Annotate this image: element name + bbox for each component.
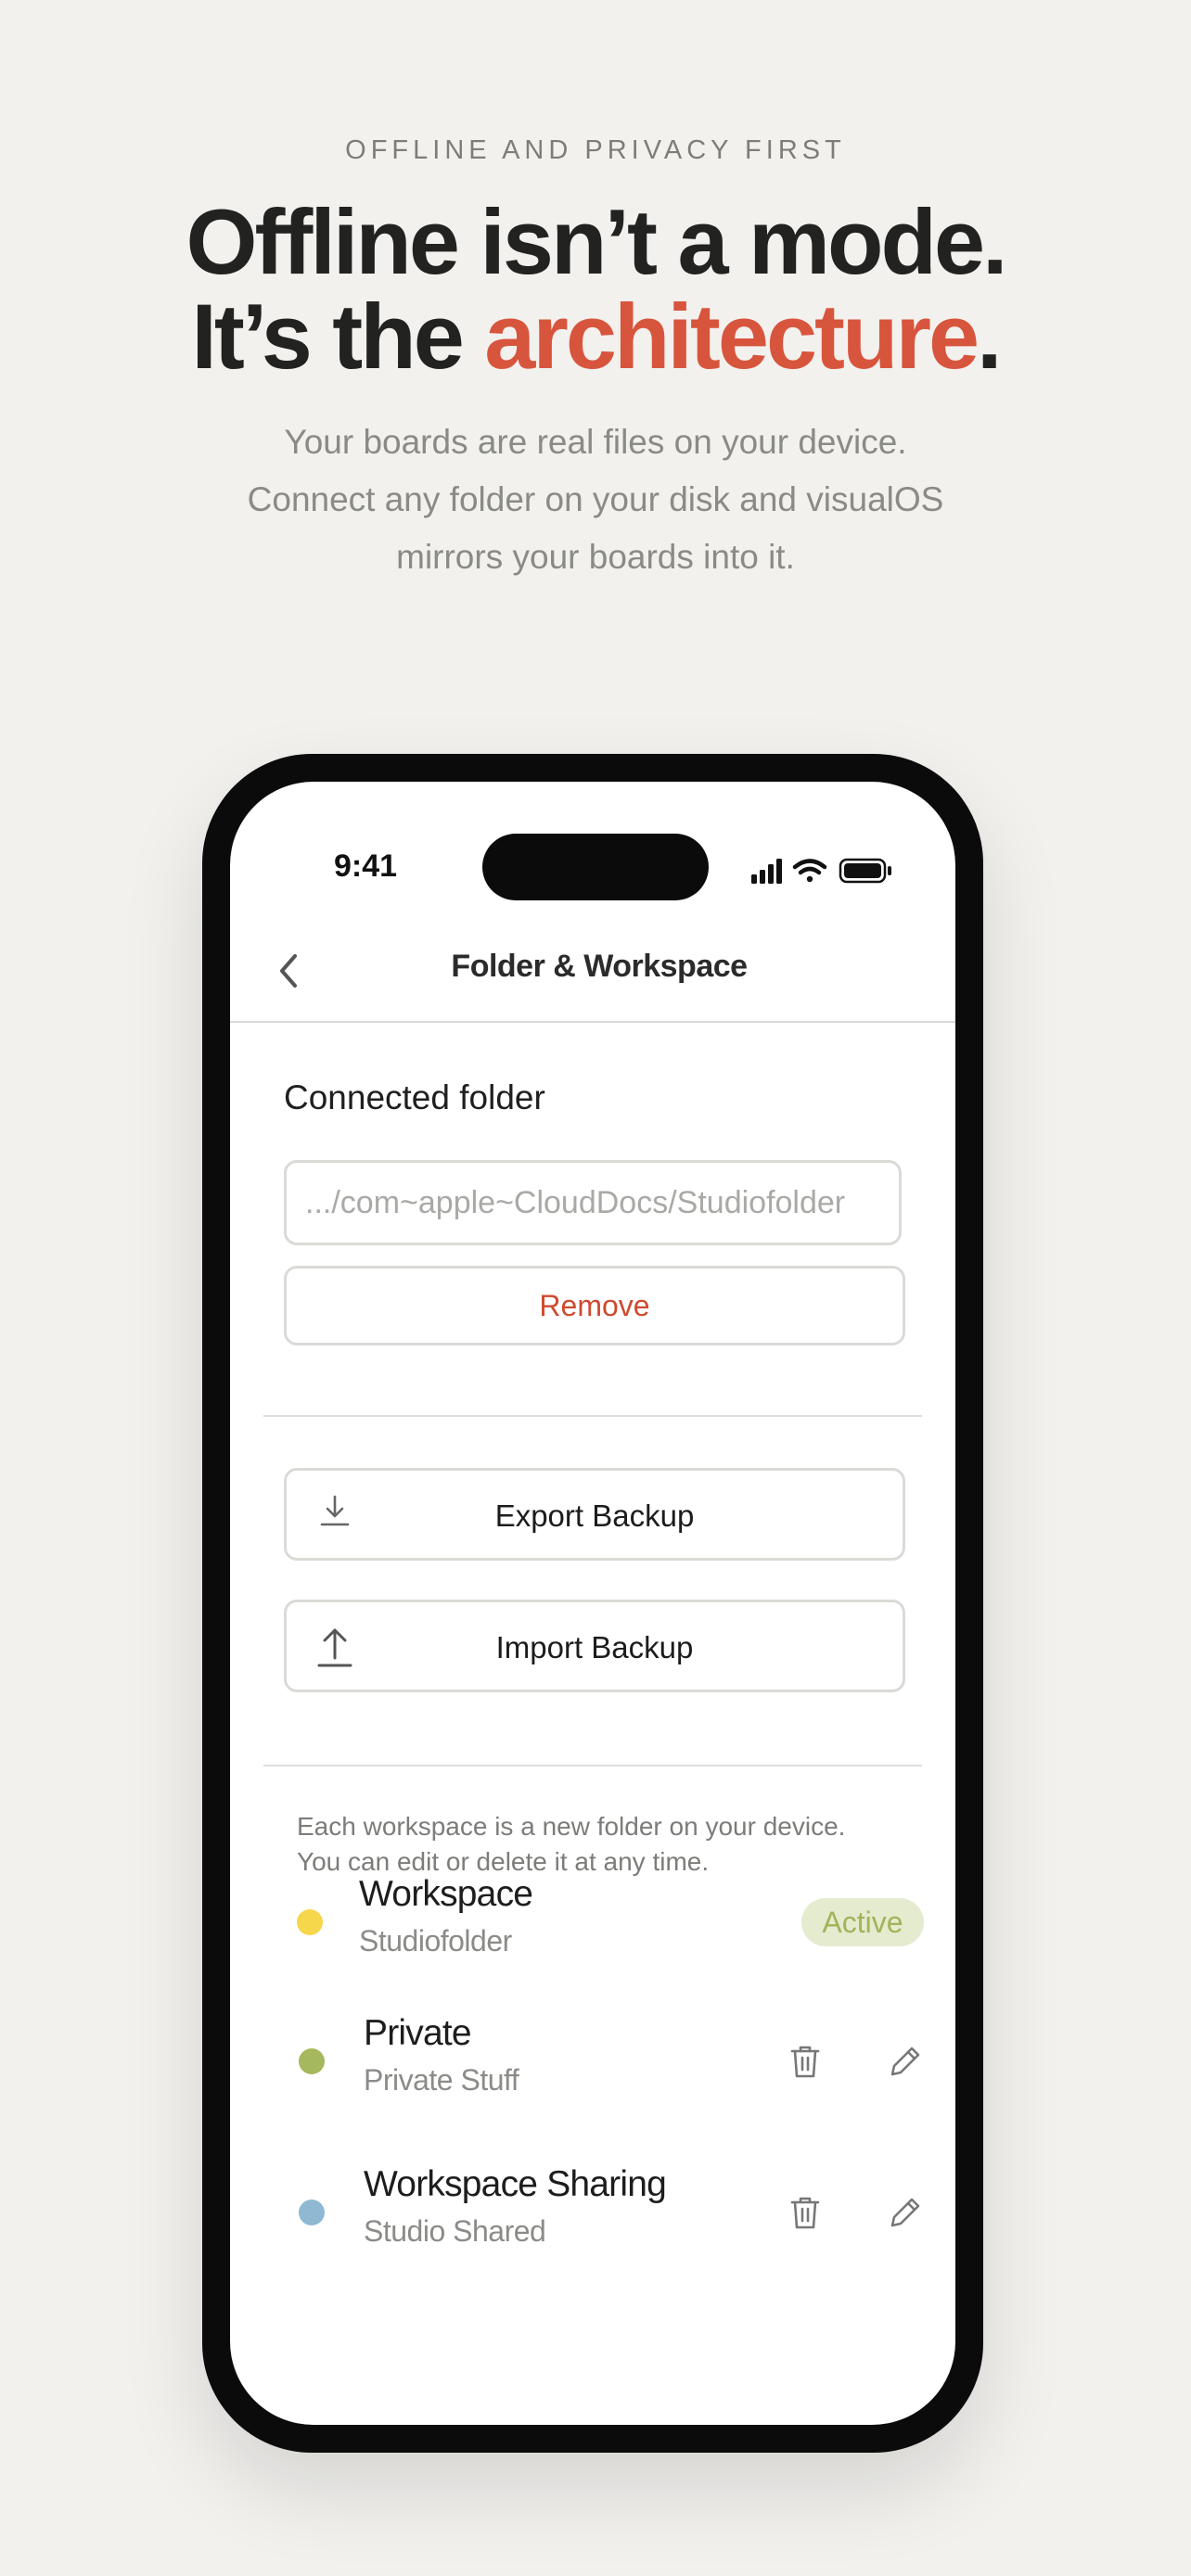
headline-line-1: Offline isn’t a mode.: [186, 190, 1007, 293]
subtitle-line: mirrors your boards into it.: [396, 538, 795, 576]
workspace-row-workspace-sharing[interactable]: Workspace Sharing Studio Shared: [230, 2157, 955, 2268]
workspace-folder: Studiofolder: [359, 1924, 512, 1958]
signal-icon: [751, 859, 782, 884]
workspace-color-dot: [299, 2048, 325, 2074]
workspace-name: Private: [364, 2013, 472, 2053]
workspace-color-dot: [299, 2200, 325, 2225]
connected-folder-title: Connected folder: [284, 1078, 545, 1116]
trash-icon[interactable]: [785, 2041, 826, 2082]
phone-screen: 9:41 Folder & Workspace Connected folder…: [230, 782, 955, 2425]
nav-bar: Folder & Workspace: [230, 912, 955, 1023]
export-backup-label: Export Backup: [494, 1498, 695, 1533]
subtitle: Your boards are real files on your devic…: [178, 414, 1013, 586]
headline-line-2: It’s the architecture.: [0, 289, 1191, 384]
workspace-folder: Private Stuff: [364, 2063, 519, 2097]
section-divider: [263, 1765, 922, 1766]
dynamic-island: [482, 834, 709, 900]
headline-accent: architecture: [484, 285, 980, 388]
workspace-name: Workspace Sharing: [364, 2164, 667, 2204]
active-badge: Active: [801, 1898, 924, 1946]
folder-path-input[interactable]: [284, 1160, 902, 1245]
remove-folder-button[interactable]: Remove: [284, 1266, 905, 1345]
workspace-row-private[interactable]: Private Private Stuff: [230, 2006, 955, 2117]
subtitle-line: Connect any folder on your disk and visu…: [247, 480, 944, 518]
wifi-icon: [792, 859, 827, 883]
import-backup-label: Import Backup: [495, 1630, 694, 1664]
helper-line: Each workspace is a new folder on your d…: [297, 1812, 846, 1841]
workspace-folder: Studio Shared: [364, 2214, 546, 2248]
battery-icon: [839, 858, 891, 884]
nav-title: Folder & Workspace: [451, 949, 748, 984]
phone-frame: 9:41 Folder & Workspace Connected folder…: [202, 754, 983, 2453]
eyebrow-text: OFFLINE AND PRIVACY FIRST: [345, 135, 846, 165]
trash-icon[interactable]: [785, 2192, 826, 2233]
headline-prefix: It’s the: [191, 285, 485, 388]
workspace-name: Workspace: [359, 1874, 533, 1914]
pencil-edit-icon[interactable]: [885, 2192, 926, 2233]
section-divider: [263, 1415, 922, 1417]
subtitle-line: Your boards are real files on your devic…: [284, 423, 907, 461]
status-icons: [751, 858, 891, 884]
nav-divider: [230, 1021, 955, 1023]
headline: Offline isn’t a mode. It’s the architect…: [0, 195, 1191, 384]
pencil-edit-icon[interactable]: [885, 2041, 926, 2082]
headline-suffix: .: [977, 285, 1002, 388]
export-backup-button[interactable]: Export Backup: [284, 1468, 905, 1561]
import-backup-button[interactable]: Import Backup: [284, 1600, 905, 1692]
workspace-color-dot: [297, 1909, 323, 1935]
workspace-row-workspace[interactable]: Workspace Studiofolder Active: [230, 1867, 955, 1978]
status-time: 9:41: [334, 848, 398, 884]
